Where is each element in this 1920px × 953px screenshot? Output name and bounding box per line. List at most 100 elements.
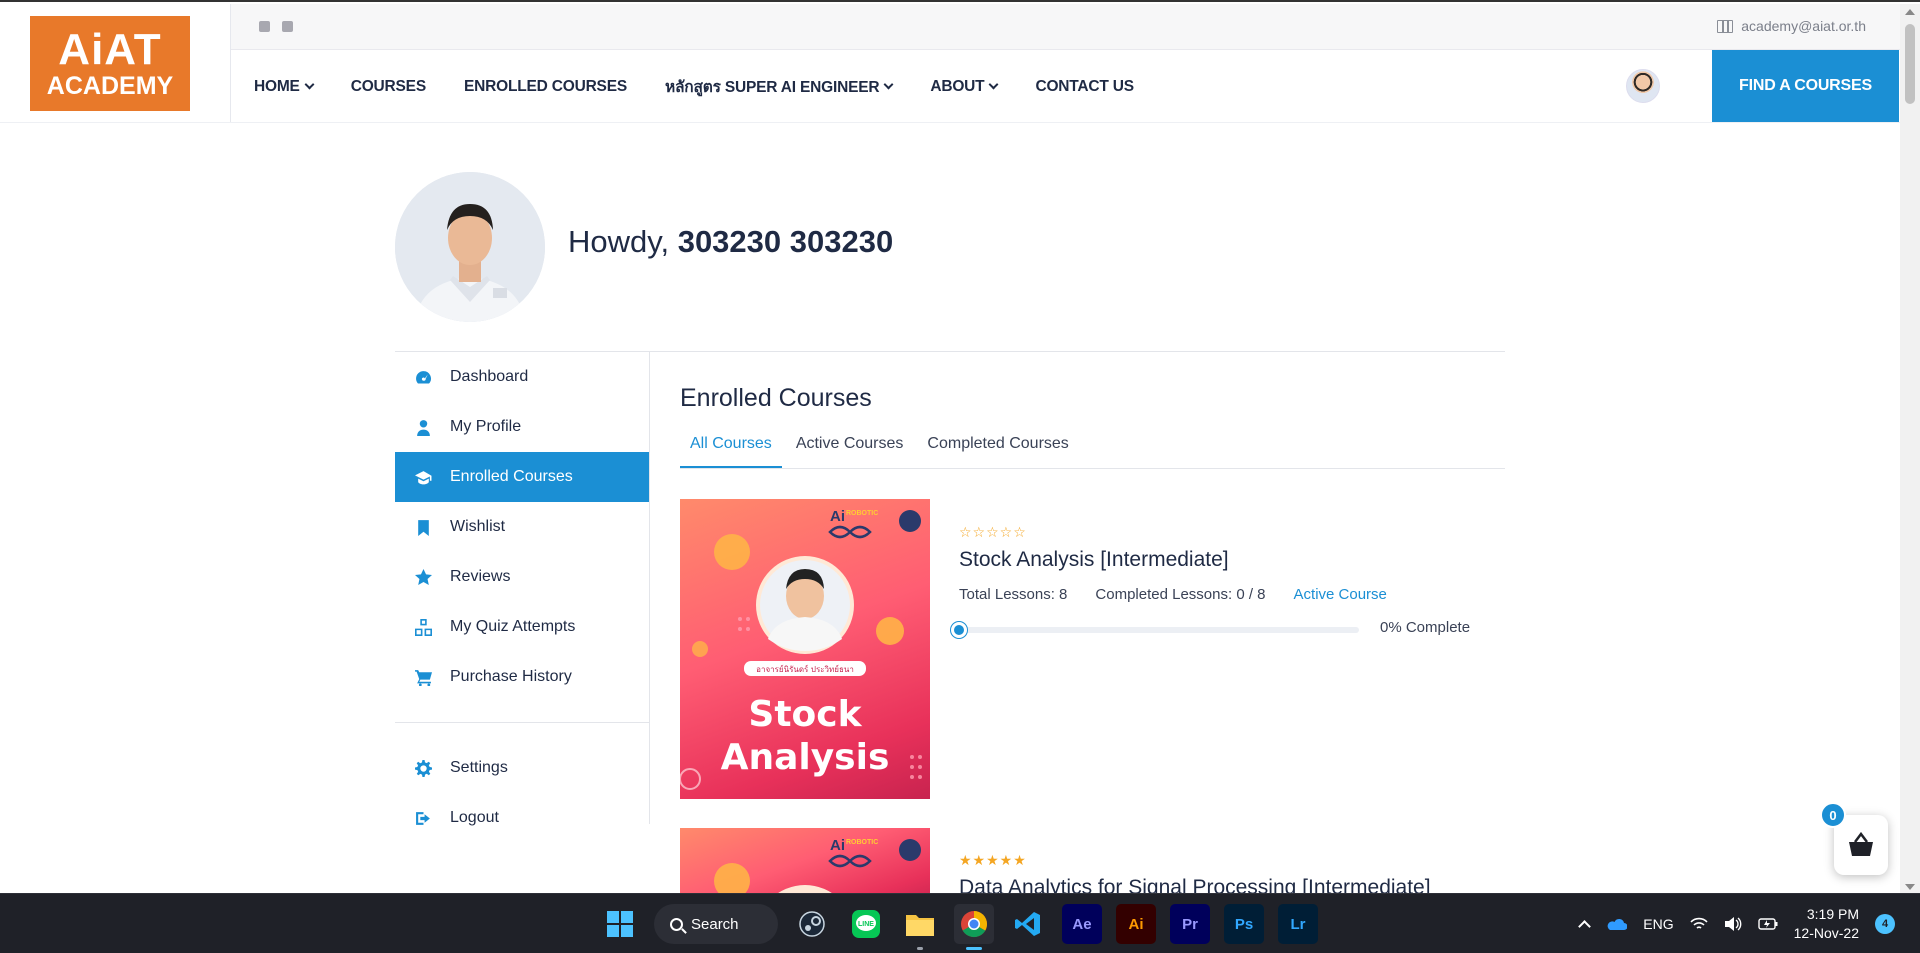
ai-label: Ai <box>1128 915 1144 933</box>
search-label: Search <box>691 915 739 933</box>
system-clock[interactable]: 3:19 PM 12-Nov-22 <box>1794 905 1859 943</box>
page-scrollbar[interactable] <box>1900 4 1920 893</box>
browser-viewport: AiAT ACADEMY academy@aiat.or.th HOME COU… <box>0 0 1920 893</box>
os-taskbar: Search LINE Ae Ai Pr Ps Lr ENG 3:19 PM 1… <box>0 893 1920 953</box>
user-avatar[interactable] <box>1626 69 1660 103</box>
clock-date: 12-Nov-22 <box>1793 925 1859 941</box>
volume-icon[interactable] <box>1724 916 1742 932</box>
sidebar-item-enrolled-courses[interactable]: Enrolled Courses <box>395 452 649 502</box>
course-title[interactable]: Data Analytics for Signal Processing [In… <box>959 876 1431 893</box>
nav-courses-label: COURSES <box>350 77 426 95</box>
chevron-down-icon <box>883 79 894 90</box>
contact-email[interactable]: academy@aiat.or.th <box>1717 18 1866 34</box>
sidebar-item-label: Dashboard <box>450 368 529 385</box>
wifi-icon[interactable] <box>1690 917 1708 931</box>
nav-enrolled-label: ENROLLED COURSES <box>463 77 627 95</box>
site-logo[interactable]: AiAT ACADEMY <box>30 16 190 111</box>
illustrator-icon[interactable]: Ai <box>1116 904 1156 944</box>
cart-count-badge: 0 <box>1820 802 1846 828</box>
star-icon <box>415 569 432 585</box>
pr-label: Pr <box>1182 915 1198 933</box>
lr-label: Lr <box>1290 915 1306 933</box>
scrollbar-thumb[interactable] <box>1905 24 1915 104</box>
course-card: Ai ROBOTIC ★★★★★ Data Analytics for Sign… <box>680 828 1505 893</box>
sidebar-item-label: Wishlist <box>450 518 506 535</box>
taskbar-apps: Search LINE Ae Ai Pr Ps Lr <box>600 904 1318 950</box>
chevron-down-icon <box>304 79 315 90</box>
sidebar-border <box>649 352 650 824</box>
sidebar-item-label: Enrolled Courses <box>450 468 573 485</box>
running-indicator <box>917 947 923 950</box>
course-status-link[interactable]: Active Course <box>1294 586 1387 603</box>
line-icon[interactable]: LINE <box>846 904 886 944</box>
main-nav: HOME COURSES ENROLLED COURSES หลักสูตร S… <box>254 74 1172 99</box>
nav-super-ai-engineer[interactable]: หลักสูตร SUPER AI ENGINEER <box>664 74 894 99</box>
course-thumbnail[interactable]: Ai ROBOTIC <box>680 828 930 893</box>
course-thumbnail[interactable]: Ai ROBOTIC อาจารย์นิรันดร์ ประวิทย์ธนา S… <box>680 499 930 799</box>
sidebar-item-logout[interactable]: Logout <box>395 793 649 843</box>
premiere-icon[interactable]: Pr <box>1170 904 1210 944</box>
file-explorer-icon[interactable] <box>900 904 940 950</box>
steam-icon[interactable] <box>792 904 832 944</box>
user-icon <box>417 420 430 436</box>
nav-home-label: HOME <box>254 77 300 95</box>
chevron-down-icon <box>989 79 999 90</box>
sidebar-item-quiz-attempts[interactable]: My Quiz Attempts <box>395 602 649 652</box>
nav-super-ai-label: หลักสูตร SUPER AI ENGINEER <box>664 79 880 96</box>
svg-text:Ai: Ai <box>830 837 845 854</box>
ps-label: Ps <box>1234 915 1254 933</box>
nav-about[interactable]: ABOUT <box>930 78 999 96</box>
progress-handle <box>951 622 967 638</box>
user-name: 303230 303230 <box>677 224 894 259</box>
battery-icon[interactable] <box>1757 917 1778 931</box>
onedrive-icon[interactable] <box>1605 917 1628 931</box>
course-rating: ☆☆☆☆☆ <box>959 524 1027 540</box>
nav-contact-label: CONTACT US <box>1035 77 1134 95</box>
scroll-up-icon[interactable] <box>1905 9 1915 15</box>
svg-text:LINE: LINE <box>858 921 874 928</box>
bookmark-icon <box>418 520 429 536</box>
top-bar: academy@aiat.or.th <box>231 4 1900 50</box>
sidebar-item-my-profile[interactable]: My Profile <box>395 402 649 452</box>
tab-active-courses[interactable]: Active Courses <box>786 422 914 468</box>
photoshop-icon[interactable]: Ps <box>1224 904 1264 944</box>
sidebar-item-reviews[interactable]: Reviews <box>395 552 649 602</box>
course-thumb-title-line-2: Analysis <box>721 737 890 778</box>
nav-home[interactable]: HOME <box>254 77 315 96</box>
sidebar-item-label: Purchase History <box>450 668 572 685</box>
total-lessons: Total Lessons: 8 <box>959 586 1068 603</box>
tab-all-courses[interactable]: All Courses <box>680 422 782 468</box>
sidebar-item-wishlist[interactable]: Wishlist <box>395 502 649 552</box>
youtube-icon[interactable] <box>282 21 293 32</box>
after-effects-icon[interactable]: Ae <box>1062 904 1102 944</box>
chrome-icon[interactable] <box>954 904 994 950</box>
facebook-icon[interactable] <box>259 21 270 32</box>
active-indicator <box>966 947 982 950</box>
language-indicator[interactable]: ENG <box>1643 916 1673 932</box>
sidebar-item-settings[interactable]: Settings <box>395 743 649 793</box>
completed-lessons: Completed Lessons: 0 / 8 <box>1095 586 1266 603</box>
chevron-up-icon[interactable] <box>1578 920 1592 933</box>
sidebar-item-label: My Profile <box>450 418 522 435</box>
lightroom-icon[interactable]: Lr <box>1278 904 1318 944</box>
taskbar-search[interactable]: Search <box>654 904 778 944</box>
gear-icon <box>415 760 432 777</box>
sidebar-item-dashboard[interactable]: Dashboard <box>395 352 649 402</box>
course-card: Ai ROBOTIC อาจารย์นิรันดร์ ประวิทย์ธนา S… <box>680 499 1505 799</box>
sidebar-item-label: Settings <box>450 759 508 776</box>
search-icon <box>670 917 683 931</box>
notification-badge[interactable]: 4 <box>1875 914 1895 934</box>
tab-completed-courses[interactable]: Completed Courses <box>917 422 1078 468</box>
windows-start-icon[interactable] <box>600 904 640 944</box>
nav-contact-us[interactable]: CONTACT US <box>1035 77 1134 96</box>
nav-enrolled-courses[interactable]: ENROLLED COURSES <box>464 78 627 96</box>
scroll-down-icon[interactable] <box>1905 884 1915 890</box>
course-title[interactable]: Stock Analysis [Intermediate] <box>959 548 1229 572</box>
find-a-courses-button[interactable]: FIND A COURSES <box>1712 50 1899 122</box>
sidebar-item-purchase-history[interactable]: Purchase History <box>395 652 649 702</box>
course-thumb-title-line-1: Stock <box>748 694 862 735</box>
profile-photo <box>395 172 545 322</box>
nav-courses[interactable]: COURSES <box>351 78 426 96</box>
ae-label: Ae <box>1072 915 1092 933</box>
vscode-icon[interactable] <box>1008 904 1048 944</box>
